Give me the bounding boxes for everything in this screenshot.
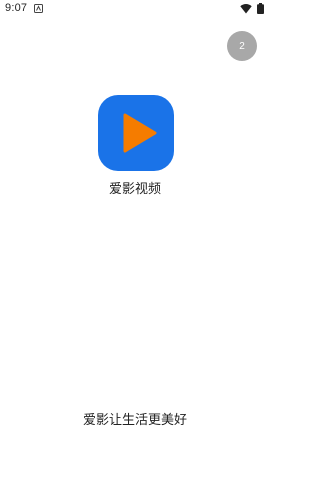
battery-icon (257, 3, 264, 14)
app-logo-play-icon (98, 95, 174, 171)
skip-countdown-button[interactable]: 2 (227, 31, 257, 61)
status-bar: 9:07 (0, 0, 270, 18)
app-name: 爱影视频 (108, 182, 161, 197)
notification-icon (34, 4, 43, 13)
slogan-text: 爱影让生活更美好 (82, 413, 187, 428)
status-time: 9:07 (5, 2, 28, 14)
wifi-icon (240, 4, 252, 14)
